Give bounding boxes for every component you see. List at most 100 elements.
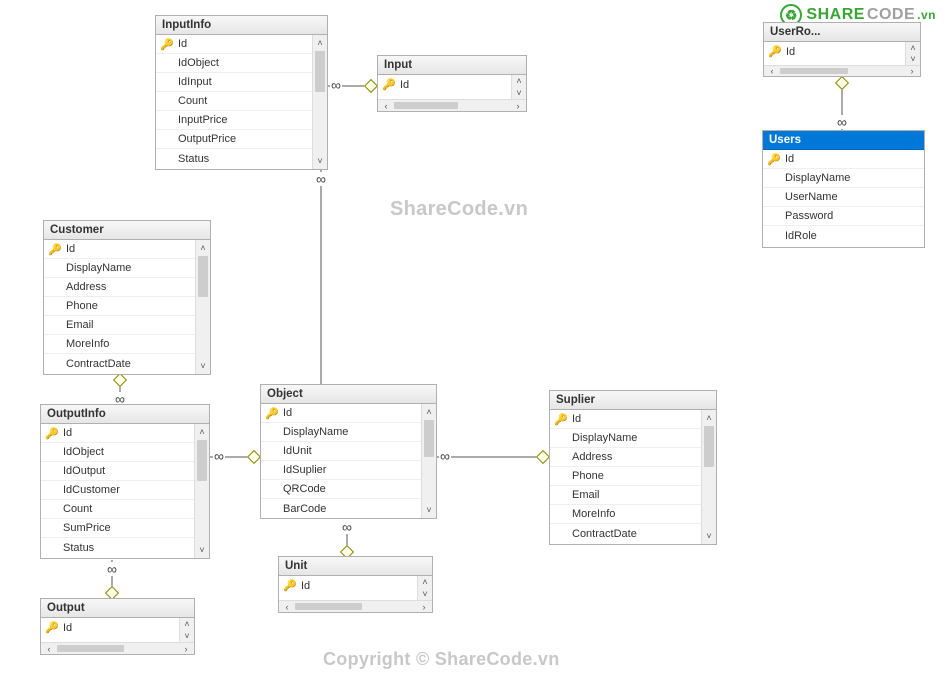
table-row[interactable]: OutputPrice <box>156 130 312 149</box>
vertical-scrollbar[interactable]: ˄ ˅ <box>421 404 436 518</box>
scroll-up-arrow-icon[interactable]: ˄ <box>195 424 209 440</box>
table-row[interactable]: 🔑Id <box>156 35 312 54</box>
table-title[interactable]: Suplier <box>550 391 716 410</box>
table-title[interactable]: Unit <box>279 557 432 576</box>
table-row[interactable]: Phone <box>550 467 701 486</box>
vertical-scrollbar[interactable]: ˄ ˅ <box>417 576 432 600</box>
table-title[interactable]: InputInfo <box>156 16 327 35</box>
vertical-scrollbar[interactable]: ˄ ˅ <box>701 410 716 544</box>
scroll-right-arrow-icon[interactable]: › <box>510 100 526 111</box>
table-row[interactable]: Email <box>550 486 701 505</box>
table-row[interactable]: Phone <box>44 297 195 316</box>
table-row[interactable]: Address <box>550 448 701 467</box>
table-row[interactable]: IdRole <box>763 226 924 245</box>
table-row[interactable]: 🔑Id <box>550 410 701 429</box>
horizontal-scrollbar[interactable]: ‹ › <box>764 65 920 76</box>
table-row[interactable]: 🔑Id <box>41 424 194 443</box>
scroll-down-arrow-icon[interactable]: ˅ <box>195 542 209 558</box>
table-row[interactable]: 🔑Id <box>279 576 417 595</box>
table-row[interactable]: Password <box>763 207 924 226</box>
table-row[interactable]: 🔑Id <box>764 42 905 61</box>
scroll-down-arrow-icon[interactable]: ˅ <box>512 87 526 99</box>
table-row[interactable]: IdObject <box>41 443 194 462</box>
scroll-down-arrow-icon[interactable]: ˅ <box>702 528 716 544</box>
table-outputinfo[interactable]: OutputInfo 🔑Id IdObject IdOutput IdCusto… <box>40 404 210 559</box>
table-row[interactable]: DisplayName <box>261 423 421 442</box>
table-row[interactable]: Address <box>44 278 195 297</box>
table-row[interactable]: Status <box>41 538 194 557</box>
vertical-scrollbar[interactable]: ˄ ˅ <box>195 240 210 374</box>
table-row[interactable]: IdCustomer <box>41 481 194 500</box>
table-row[interactable]: 🔑Id <box>41 618 179 637</box>
table-title[interactable]: UserRo... <box>764 23 920 42</box>
vertical-scrollbar[interactable]: ˄ ˅ <box>905 42 920 65</box>
scroll-up-arrow-icon[interactable]: ˄ <box>906 42 920 53</box>
scroll-down-arrow-icon[interactable]: ˅ <box>180 630 194 642</box>
scroll-up-arrow-icon[interactable]: ˄ <box>418 576 432 588</box>
table-row[interactable]: IdSuplier <box>261 461 421 480</box>
table-row[interactable]: IdObject <box>156 54 312 73</box>
table-row[interactable]: ContractDate <box>550 524 701 543</box>
table-row[interactable]: ContractDate <box>44 354 195 373</box>
table-row[interactable]: IdUnit <box>261 442 421 461</box>
table-title[interactable]: Object <box>261 385 436 404</box>
scroll-left-arrow-icon[interactable]: ‹ <box>41 643 57 654</box>
horizontal-scrollbar[interactable]: ‹ › <box>378 99 526 111</box>
table-row[interactable]: BarCode <box>261 499 421 518</box>
scroll-left-arrow-icon[interactable]: ‹ <box>764 66 780 76</box>
table-row[interactable]: Count <box>41 500 194 519</box>
table-title[interactable]: OutputInfo <box>41 405 209 424</box>
table-row[interactable]: DisplayName <box>44 259 195 278</box>
table-row[interactable]: InputPrice <box>156 111 312 130</box>
scroll-down-arrow-icon[interactable]: ˅ <box>313 153 327 169</box>
scroll-right-arrow-icon[interactable]: › <box>904 66 920 76</box>
table-output[interactable]: Output 🔑Id ˄ ˅ ‹ › <box>40 598 195 655</box>
scroll-up-arrow-icon[interactable]: ˄ <box>196 240 210 256</box>
table-row[interactable]: Count <box>156 92 312 111</box>
table-row[interactable]: QRCode <box>261 480 421 499</box>
scroll-right-arrow-icon[interactable]: › <box>178 643 194 654</box>
table-suplier[interactable]: Suplier 🔑Id DisplayName Address Phone Em… <box>549 390 717 545</box>
table-title[interactable]: Customer <box>44 221 210 240</box>
scroll-up-arrow-icon[interactable]: ˄ <box>512 75 526 87</box>
table-title[interactable]: Users <box>763 131 924 150</box>
table-title[interactable]: Output <box>41 599 194 618</box>
scroll-left-arrow-icon[interactable]: ‹ <box>378 100 394 111</box>
table-row[interactable]: MoreInfo <box>44 335 195 354</box>
table-input[interactable]: Input 🔑Id ˄ ˅ ‹ › <box>377 55 527 112</box>
table-object[interactable]: Object 🔑Id DisplayName IdUnit IdSuplier … <box>260 384 437 519</box>
scroll-down-arrow-icon[interactable]: ˅ <box>418 588 432 600</box>
table-userrole[interactable]: UserRo... 🔑Id ˄ ˅ ‹ › <box>763 22 921 77</box>
table-row[interactable]: DisplayName <box>550 429 701 448</box>
table-row[interactable]: 🔑Id <box>261 404 421 423</box>
table-row[interactable]: IdOutput <box>41 462 194 481</box>
table-customer[interactable]: Customer 🔑Id DisplayName Address Phone E… <box>43 220 211 375</box>
horizontal-scrollbar[interactable]: ‹ › <box>41 642 194 654</box>
table-row[interactable]: 🔑Id <box>763 150 924 169</box>
scroll-up-arrow-icon[interactable]: ˄ <box>702 410 716 426</box>
table-row[interactable]: Email <box>44 316 195 335</box>
scroll-left-arrow-icon[interactable]: ‹ <box>279 601 295 612</box>
table-unit[interactable]: Unit 🔑Id ˄ ˅ ‹ › <box>278 556 433 613</box>
scroll-down-arrow-icon[interactable]: ˅ <box>906 53 920 64</box>
vertical-scrollbar[interactable]: ˄ ˅ <box>312 35 327 169</box>
table-row[interactable]: MoreInfo <box>550 505 701 524</box>
scroll-down-arrow-icon[interactable]: ˅ <box>196 358 210 374</box>
scroll-up-arrow-icon[interactable]: ˄ <box>422 404 436 420</box>
table-row[interactable]: 🔑Id <box>44 240 195 259</box>
table-row[interactable]: DisplayName <box>763 169 924 188</box>
scroll-right-arrow-icon[interactable]: › <box>416 601 432 612</box>
table-row[interactable]: 🔑Id <box>378 75 511 94</box>
vertical-scrollbar[interactable]: ˄ ˅ <box>194 424 209 558</box>
scroll-up-arrow-icon[interactable]: ˄ <box>180 618 194 630</box>
table-row[interactable]: SumPrice <box>41 519 194 538</box>
table-row[interactable]: IdInput <box>156 73 312 92</box>
table-users[interactable]: Users 🔑Id DisplayName UserName Password … <box>762 130 925 248</box>
scroll-down-arrow-icon[interactable]: ˅ <box>422 502 436 518</box>
table-row[interactable]: Status <box>156 149 312 168</box>
vertical-scrollbar[interactable]: ˄ ˅ <box>511 75 526 99</box>
horizontal-scrollbar[interactable]: ‹ › <box>279 600 432 612</box>
scroll-up-arrow-icon[interactable]: ˄ <box>313 35 327 51</box>
vertical-scrollbar[interactable]: ˄ ˅ <box>179 618 194 642</box>
table-row[interactable]: UserName <box>763 188 924 207</box>
